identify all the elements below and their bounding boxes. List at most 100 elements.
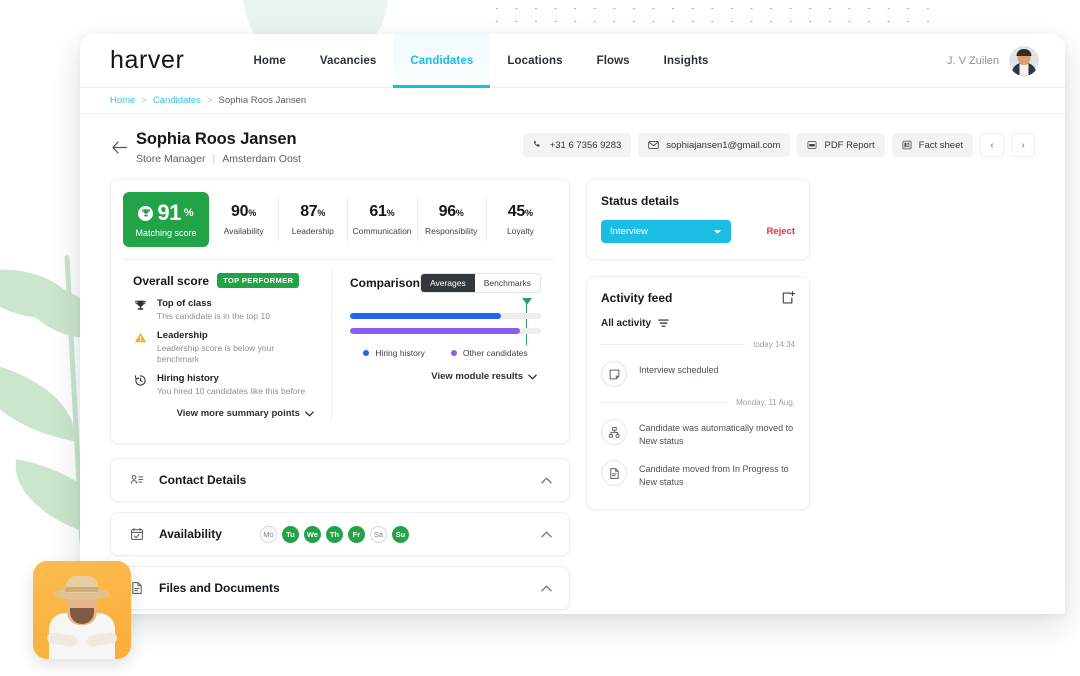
pdf-report-label: PDF Report — [824, 139, 875, 151]
add-note-icon[interactable] — [781, 291, 795, 305]
phone-number: +31 6 7356 9283 — [549, 139, 622, 151]
overall-score-title: Overall score — [133, 273, 210, 288]
summary-title: Leadership — [157, 330, 208, 342]
breadcrumb-separator: > — [206, 95, 213, 106]
bar-other-candidates — [349, 328, 520, 334]
next-candidate-button[interactable]: › — [1011, 133, 1035, 157]
summary-text-block: Leadership Leadership score is below you… — [157, 330, 318, 365]
day-th[interactable]: Th — [325, 525, 343, 543]
toggle-averages[interactable]: Averages — [420, 274, 475, 292]
bar-hiring-history — [349, 313, 501, 319]
view-module-results-button[interactable]: View module results — [350, 371, 541, 382]
activity-group-time: Monday, 11 Aug. — [736, 398, 795, 407]
breadcrumb-candidates[interactable]: Candidates — [153, 95, 201, 106]
pdf-icon — [807, 140, 817, 150]
nav-item-insights[interactable]: Insights — [647, 34, 726, 88]
day-tu[interactable]: Tu — [281, 525, 299, 543]
toggle-benchmarks[interactable]: Benchmarks — [474, 274, 540, 292]
breadcrumb-home[interactable]: Home — [110, 95, 135, 106]
harver-logo[interactable]: harver — [110, 46, 184, 75]
day-fr[interactable]: Fr — [347, 525, 365, 543]
stat-unit: % — [525, 208, 534, 218]
accordion-availability[interactable]: Availability Mo Tu We Th Fr Sa Su — [110, 512, 570, 557]
avatar[interactable] — [1009, 45, 1039, 76]
activity-filter[interactable]: All activity — [587, 318, 809, 329]
day-mo[interactable]: Mo — [259, 525, 277, 543]
nav-item-flows[interactable]: Flows — [580, 34, 647, 88]
chevron-up-icon[interactable] — [541, 477, 552, 484]
previous-candidate-button[interactable]: ‹ — [980, 133, 1004, 157]
view-more-summary-points-button[interactable]: View more summary points — [133, 408, 318, 419]
email-chip[interactable]: sophiajansen1@gmail.com — [638, 133, 791, 157]
activity-filter-label: All activity — [601, 318, 652, 329]
accordion-label: Contact Details — [159, 473, 247, 488]
activity-group-time: today 14:34 — [753, 340, 795, 349]
stat-value: 87 — [300, 203, 318, 220]
stat-unit: % — [317, 208, 326, 218]
stat-label: Responsibility — [424, 226, 478, 236]
reject-button[interactable]: Reject — [766, 226, 795, 237]
legend-dot-icon — [450, 350, 457, 356]
decorative-dot-grid — [487, 2, 942, 30]
status-selected-value: Interview — [610, 226, 649, 237]
legend-label: Other candidates — [462, 348, 528, 358]
phone-chip[interactable]: +31 6 7356 9283 — [522, 133, 632, 157]
trophy-icon — [138, 205, 154, 221]
candidate-location: Amsterdam Oost — [222, 153, 301, 165]
status-row: Interview Reject — [601, 220, 795, 243]
nav-item-locations[interactable]: Locations — [490, 34, 579, 88]
chevron-down-icon — [305, 411, 314, 417]
status-dropdown[interactable]: Interview — [601, 220, 731, 243]
stat-unit: % — [248, 208, 257, 218]
scores-row: 91 % Matching score 90% Availability 87%… — [123, 192, 555, 247]
user-name-label: J. V Zuilen — [947, 54, 999, 67]
stat-value: 90 — [230, 203, 249, 220]
accordion-files-and-documents[interactable]: Files and Documents — [110, 566, 570, 611]
warning-icon — [133, 330, 148, 365]
candidate-actions: +31 6 7356 9283 sophiajansen1@gmail.com … — [522, 133, 1035, 157]
comparison-toggle-group: Averages Benchmarks — [419, 273, 541, 293]
stat-label: Communication — [352, 226, 412, 236]
chevron-up-icon[interactable] — [541, 585, 552, 592]
activity-feed-header: Activity feed — [587, 291, 809, 305]
stat-responsibility: 96% Responsibility — [416, 192, 486, 247]
activity-group-separator: today 14:34 — [587, 340, 809, 349]
stat-value: 96 — [438, 203, 457, 220]
status-badge: TOP PERFORMER — [217, 273, 300, 288]
day-su[interactable]: Su — [391, 525, 409, 543]
stat-value-row: 45% — [508, 203, 533, 221]
stat-value: 45 — [507, 203, 526, 220]
day-sa[interactable]: Sa — [369, 525, 387, 543]
decorative-person-photo-card — [33, 561, 131, 659]
breadcrumb: Home > Candidates > Sophia Roos Jansen — [80, 88, 1065, 114]
separator-line — [601, 344, 746, 345]
activity-text: Candidate was automatically moved to New… — [639, 423, 794, 447]
candidate-header: Sophia Roos Jansen Store Manager | Amste… — [80, 130, 1065, 165]
candidate-score-marker — [522, 298, 531, 345]
matching-score-value: 91 — [157, 200, 181, 225]
page-content: Sophia Roos Jansen Store Manager | Amste… — [80, 114, 1065, 613]
matching-score-unit: % — [183, 207, 194, 219]
breadcrumb-separator: > — [141, 95, 147, 106]
view-more-label: View more summary points — [176, 408, 300, 420]
chevron-up-icon[interactable] — [541, 531, 552, 538]
bar-track-other-candidates — [349, 328, 541, 334]
activity-item: Candidate was automatically moved to New… — [587, 407, 809, 448]
stat-unit: % — [386, 208, 395, 218]
note-icon — [601, 361, 627, 387]
matching-score-box: 91 % Matching score — [123, 192, 209, 247]
nav-item-candidates[interactable]: Candidates — [393, 34, 491, 88]
day-we[interactable]: We — [303, 525, 321, 543]
accordion-contact-details[interactable]: Contact Details — [110, 458, 570, 503]
nav-item-home[interactable]: Home — [236, 34, 302, 88]
matching-score-label: Matching score — [135, 228, 197, 238]
nav-item-vacancies[interactable]: Vacancies — [303, 34, 394, 88]
summary-comparison-row: Overall score TOP PERFORMER Top of class… — [123, 260, 555, 429]
fact-sheet-chip[interactable]: Fact sheet — [891, 133, 973, 157]
activity-text: Interview scheduled — [639, 365, 719, 375]
stat-value: 61 — [369, 203, 387, 220]
back-arrow-icon[interactable] — [106, 134, 132, 160]
pdf-report-chip[interactable]: PDF Report — [797, 133, 885, 157]
subtitle-divider: | — [212, 153, 216, 165]
candidate-title-block: Sophia Roos Jansen Store Manager | Amste… — [136, 130, 301, 165]
